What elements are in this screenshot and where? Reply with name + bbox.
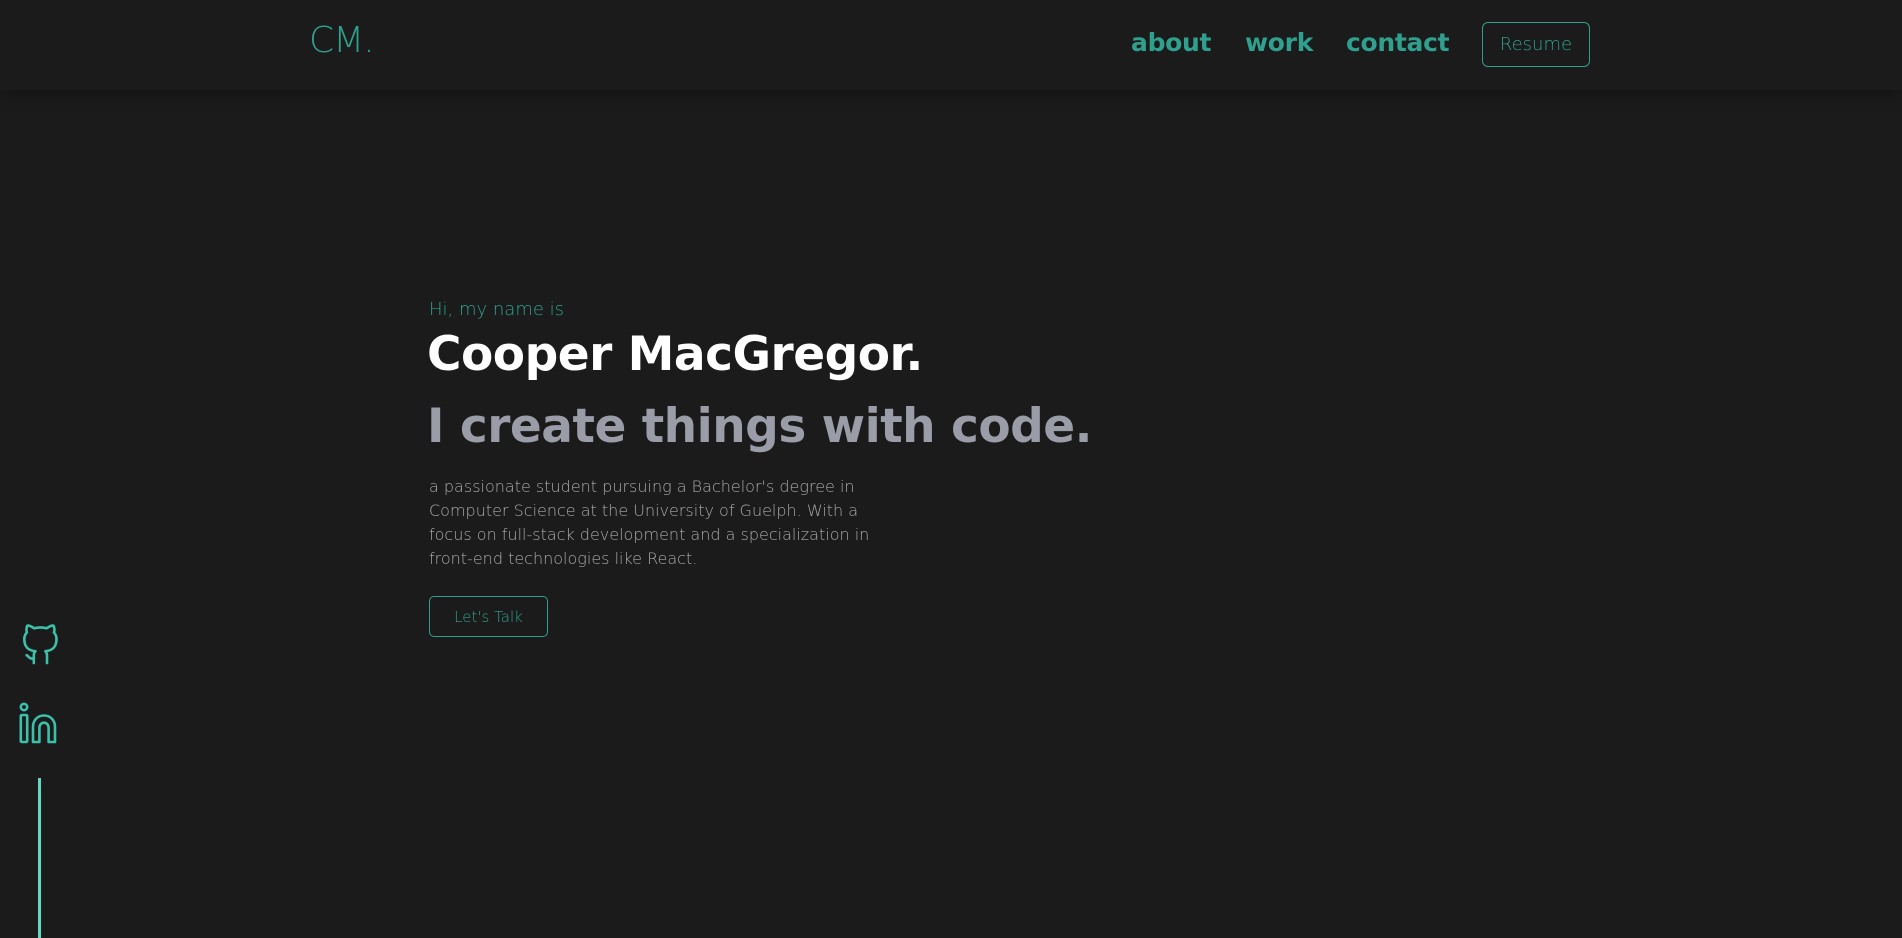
page: CM. about work contact Resume Hi, my nam… <box>0 0 1902 938</box>
github-icon <box>23 624 58 665</box>
github-link[interactable] <box>17 620 65 668</box>
nav-link-about[interactable]: about <box>1131 28 1212 57</box>
site-header: CM. about work contact Resume <box>0 0 1902 90</box>
logo[interactable]: CM. <box>309 20 375 61</box>
nav-link-contact[interactable]: contact <box>1346 28 1450 57</box>
hero-tagline: I create things with code. <box>427 399 1093 454</box>
nav-link-work[interactable]: work <box>1245 28 1313 57</box>
resume-button[interactable]: Resume <box>1482 22 1590 67</box>
social-divider-line <box>38 778 41 938</box>
linkedin-icon <box>19 702 57 744</box>
hero-name: Cooper MacGregor. <box>427 327 923 382</box>
lets-talk-button[interactable]: Let's Talk <box>429 596 548 637</box>
hero-greeting: Hi, my name is <box>429 299 565 320</box>
hero-description: a passionate student pursuing a Bachelor… <box>429 477 870 568</box>
linkedin-link[interactable] <box>17 700 65 748</box>
